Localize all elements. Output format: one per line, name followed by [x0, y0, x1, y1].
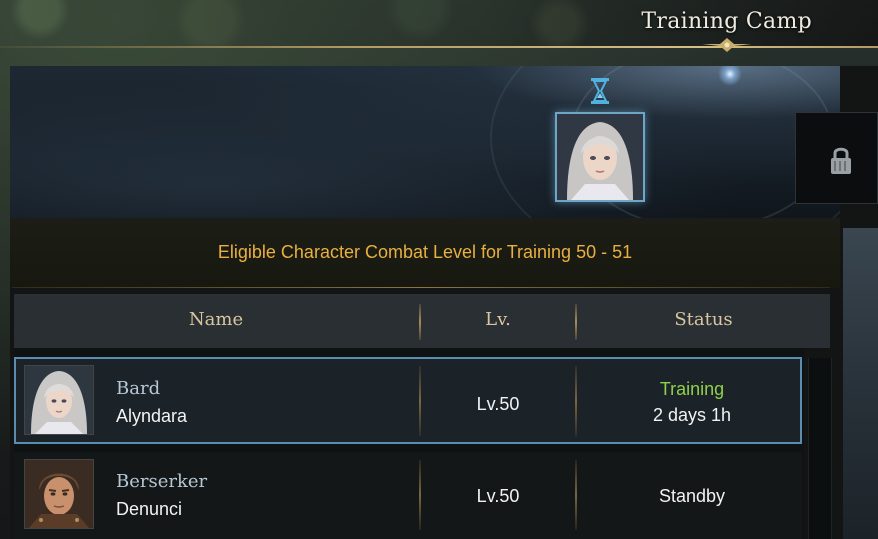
- row-class-label: Bard: [116, 378, 161, 399]
- row-status: Training: [659, 379, 725, 399]
- banner-glow: [718, 66, 742, 86]
- eligibility-divider: [12, 287, 830, 288]
- row-character-name: Denunci: [116, 499, 183, 519]
- berserker-portrait-icon: [25, 460, 93, 528]
- hourglass-icon: [591, 78, 609, 104]
- row-status: Standby: [658, 486, 726, 506]
- row-portrait-berserker: [24, 459, 94, 529]
- list-scrollbar[interactable]: [808, 358, 832, 539]
- row-character-name: Alyndara: [116, 406, 188, 426]
- table-row-selected[interactable]: [14, 357, 802, 444]
- window-title: Training Camp: [641, 9, 812, 34]
- row-portrait-bard: [24, 365, 94, 435]
- side-panel-edge: [843, 228, 878, 539]
- header-status[interactable]: Status: [577, 309, 830, 330]
- row-training-time: 2 days 1h: [652, 405, 732, 425]
- character-banner: [10, 66, 840, 218]
- lock-icon: [831, 147, 851, 174]
- eligibility-text: Eligible Character Combat Level for Trai…: [217, 242, 633, 262]
- bard-portrait-icon: [25, 366, 93, 434]
- bard-portrait-icon: [557, 114, 643, 200]
- header-level[interactable]: Lv.: [421, 309, 575, 330]
- header-name[interactable]: Name: [14, 309, 418, 330]
- row-level: Lv.50: [476, 486, 520, 506]
- title-ornament-icon: [702, 38, 752, 52]
- row-class-label: Berserker: [116, 471, 208, 492]
- row-level: Lv.50: [476, 394, 520, 414]
- selected-character-portrait[interactable]: [555, 112, 645, 202]
